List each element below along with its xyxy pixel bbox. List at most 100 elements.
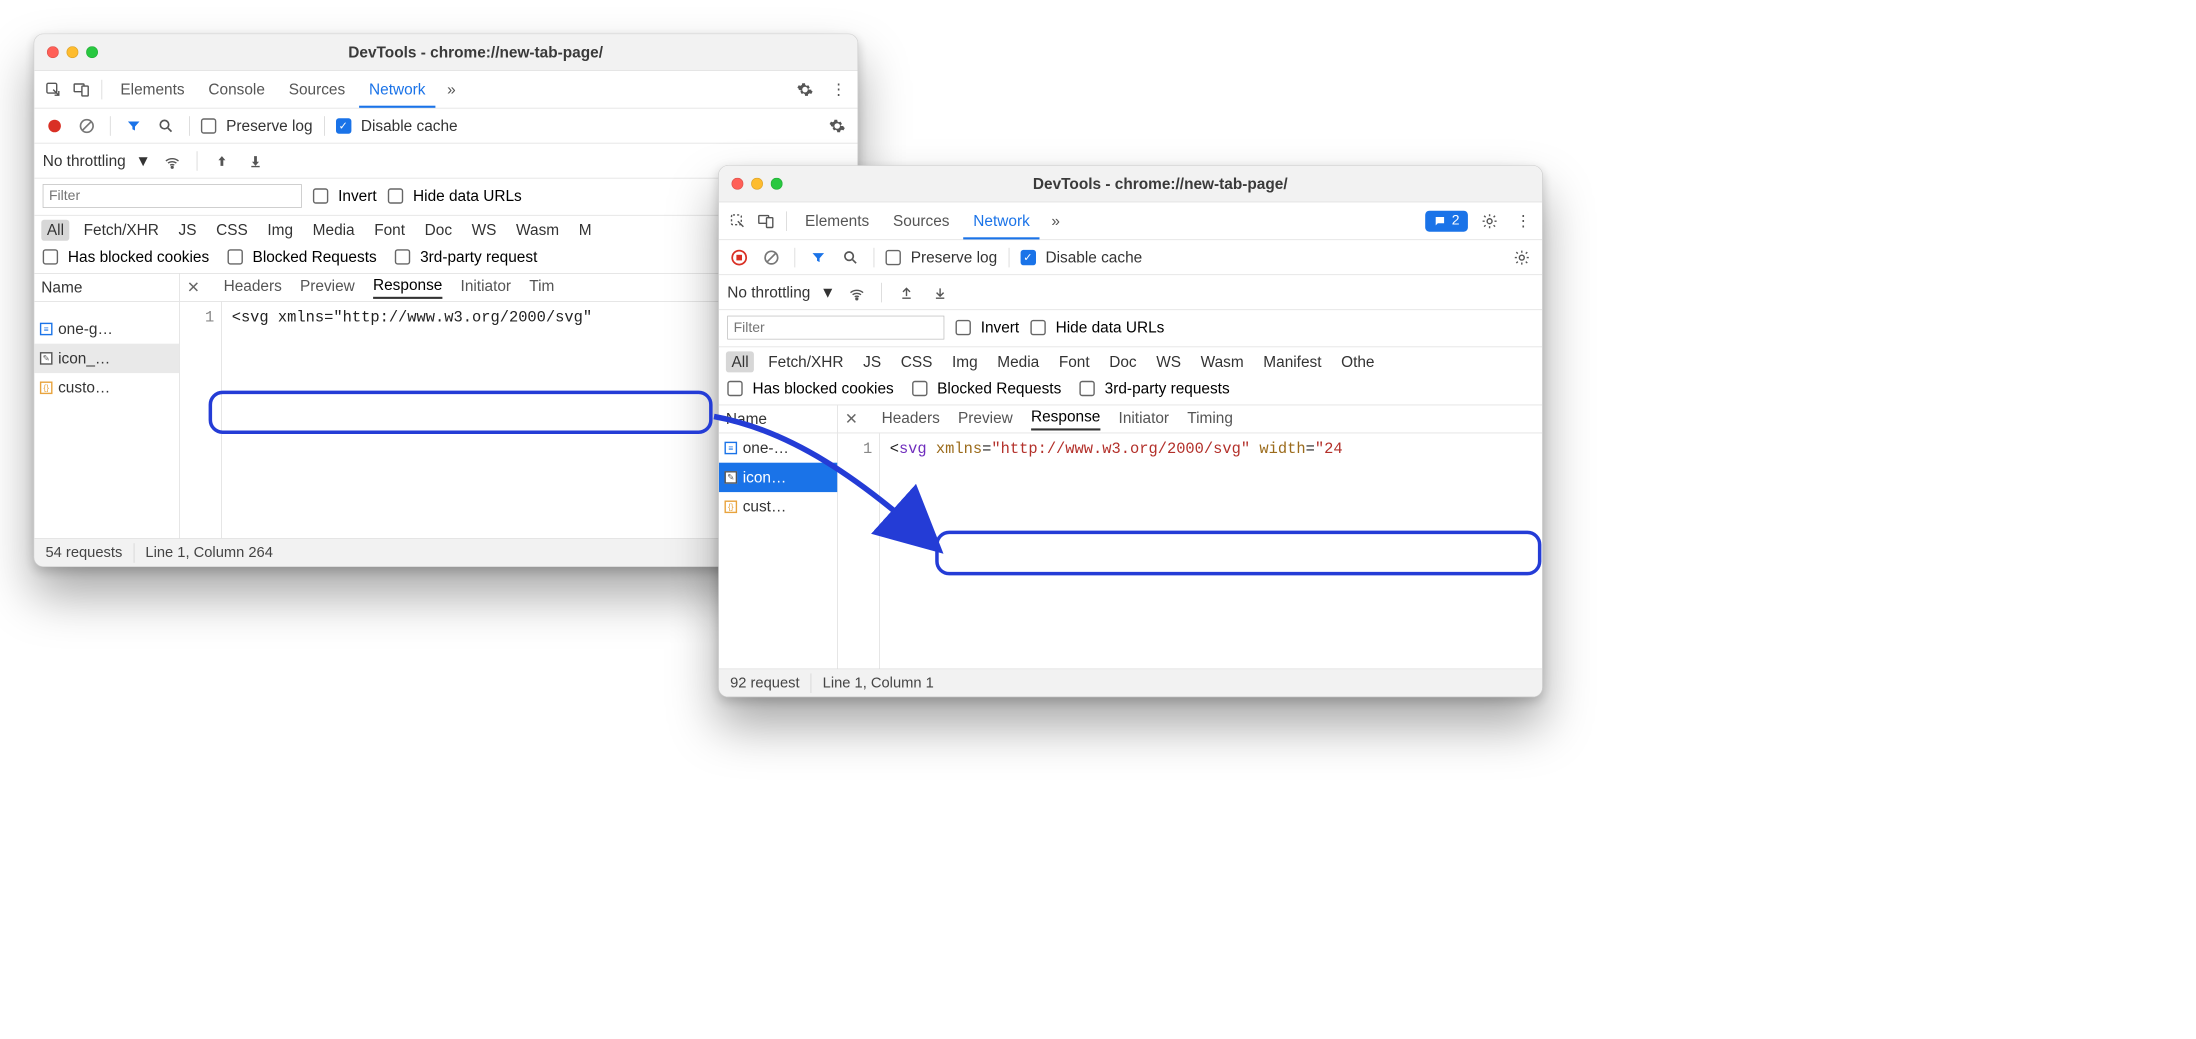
zoom-window-button[interactable] <box>86 46 98 58</box>
invert-toggle[interactable]: Invert <box>956 319 1020 337</box>
upload-har-icon[interactable] <box>895 280 919 304</box>
type-other[interactable]: Othe <box>1336 351 1381 372</box>
type-ws[interactable]: WS <box>1151 351 1187 372</box>
settings-gear-icon[interactable] <box>793 77 817 101</box>
blocked-requests-toggle[interactable]: Blocked Requests <box>912 379 1061 397</box>
invert-toggle[interactable]: Invert <box>313 187 377 205</box>
type-all[interactable]: All <box>41 220 69 241</box>
network-conditions-icon[interactable] <box>845 280 869 304</box>
preserve-log-toggle[interactable]: Preserve log <box>201 117 313 135</box>
file-row[interactable]: {}custo… <box>34 373 179 402</box>
file-row[interactable]: ≡one-… <box>719 433 837 462</box>
throttling-select[interactable]: No throttling <box>727 283 810 301</box>
tab-elements[interactable]: Elements <box>795 202 879 239</box>
search-icon[interactable] <box>839 245 863 269</box>
third-party-toggle[interactable]: 3rd-party request <box>395 248 537 266</box>
file-row[interactable]: {}cust… <box>719 492 837 521</box>
network-conditions-icon[interactable] <box>161 149 185 173</box>
close-detail-icon[interactable]: ✕ <box>845 410 858 428</box>
disable-cache-toggle[interactable]: ✓Disable cache <box>336 117 458 135</box>
type-font[interactable]: Font <box>1053 351 1095 372</box>
detail-tab-initiator[interactable]: Initiator <box>461 277 512 298</box>
device-toolbar-icon[interactable] <box>69 77 93 101</box>
tab-console[interactable]: Console <box>199 71 275 108</box>
record-button[interactable] <box>727 245 751 269</box>
type-media[interactable]: Media <box>992 351 1045 372</box>
tab-network[interactable]: Network <box>359 71 435 108</box>
detail-tab-timing[interactable]: Timing <box>1187 408 1233 429</box>
device-toolbar-icon[interactable] <box>754 209 778 233</box>
detail-tab-headers[interactable]: Headers <box>882 408 940 429</box>
search-icon[interactable] <box>154 114 178 138</box>
minimize-window-button[interactable] <box>751 178 763 190</box>
type-font[interactable]: Font <box>369 220 411 241</box>
third-party-toggle[interactable]: 3rd-party requests <box>1079 379 1229 397</box>
type-manifest[interactable]: Manifest <box>1258 351 1327 372</box>
settings-gear-icon[interactable] <box>1478 209 1502 233</box>
type-fetch-xhr[interactable]: Fetch/XHR <box>78 220 165 241</box>
hide-data-urls-toggle[interactable]: Hide data URLs <box>388 187 522 205</box>
type-manifest-cut[interactable]: M <box>573 220 597 241</box>
type-js[interactable]: JS <box>173 220 202 241</box>
tab-sources[interactable]: Sources <box>883 202 959 239</box>
clear-button[interactable] <box>75 114 99 138</box>
type-js[interactable]: JS <box>858 351 887 372</box>
type-doc[interactable]: Doc <box>419 220 458 241</box>
blocked-cookies-toggle[interactable]: Has blocked cookies <box>43 248 209 266</box>
minimize-window-button[interactable] <box>67 46 79 58</box>
detail-tab-timing[interactable]: Tim <box>529 277 554 298</box>
type-ws[interactable]: WS <box>466 220 502 241</box>
dropdown-caret-icon[interactable]: ▼ <box>820 283 835 301</box>
issues-badge[interactable]: 2 <box>1425 210 1468 231</box>
tab-network[interactable]: Network <box>964 202 1040 239</box>
download-har-icon[interactable] <box>928 280 952 304</box>
kebab-menu-icon[interactable]: ⋮ <box>827 77 851 101</box>
type-fetch-xhr[interactable]: Fetch/XHR <box>763 351 850 372</box>
record-button[interactable] <box>43 114 67 138</box>
more-tabs-icon[interactable]: » <box>1044 209 1068 233</box>
inspect-element-icon[interactable] <box>726 209 750 233</box>
more-tabs-icon[interactable]: » <box>439 77 463 101</box>
close-detail-icon[interactable]: ✕ <box>187 278 200 296</box>
throttling-select[interactable]: No throttling <box>43 152 126 170</box>
upload-har-icon[interactable] <box>210 149 234 173</box>
file-row-selected[interactable]: ✎icon_… <box>34 344 179 373</box>
type-wasm[interactable]: Wasm <box>510 220 564 241</box>
detail-tab-preview[interactable]: Preview <box>300 277 355 298</box>
filter-icon[interactable] <box>122 114 146 138</box>
close-window-button[interactable] <box>732 178 744 190</box>
hide-data-urls-toggle[interactable]: Hide data URLs <box>1030 319 1164 337</box>
network-settings-gear-icon[interactable] <box>825 114 849 138</box>
preserve-log-toggle[interactable]: Preserve log <box>886 248 998 266</box>
type-img[interactable]: Img <box>262 220 299 241</box>
inspect-element-icon[interactable] <box>41 77 65 101</box>
type-css[interactable]: CSS <box>211 220 254 241</box>
close-window-button[interactable] <box>47 46 59 58</box>
detail-tab-response[interactable]: Response <box>373 276 442 299</box>
file-row[interactable]: ≡one-g… <box>34 314 179 343</box>
dropdown-caret-icon[interactable]: ▼ <box>136 152 151 170</box>
type-css[interactable]: CSS <box>895 351 938 372</box>
detail-tab-initiator[interactable]: Initiator <box>1119 408 1170 429</box>
file-row[interactable] <box>34 302 179 315</box>
detail-tab-response[interactable]: Response <box>1031 407 1100 430</box>
kebab-menu-icon[interactable]: ⋮ <box>1511 209 1535 233</box>
tab-sources[interactable]: Sources <box>279 71 355 108</box>
filter-input[interactable] <box>727 316 944 340</box>
detail-tab-preview[interactable]: Preview <box>958 408 1013 429</box>
type-img[interactable]: Img <box>946 351 983 372</box>
download-har-icon[interactable] <box>244 149 268 173</box>
network-settings-gear-icon[interactable] <box>1510 245 1534 269</box>
type-all[interactable]: All <box>726 351 754 372</box>
blocked-requests-toggle[interactable]: Blocked Requests <box>227 248 376 266</box>
detail-tab-headers[interactable]: Headers <box>224 277 282 298</box>
clear-button[interactable] <box>760 245 784 269</box>
disable-cache-toggle[interactable]: ✓Disable cache <box>1020 248 1142 266</box>
tab-elements[interactable]: Elements <box>111 71 195 108</box>
type-doc[interactable]: Doc <box>1104 351 1143 372</box>
filter-input[interactable] <box>43 184 302 208</box>
filter-icon[interactable] <box>806 245 830 269</box>
type-wasm[interactable]: Wasm <box>1195 351 1249 372</box>
response-body[interactable]: 1 <svg xmlns="http://www.w3.org/2000/svg… <box>838 433 1542 668</box>
blocked-cookies-toggle[interactable]: Has blocked cookies <box>727 379 893 397</box>
